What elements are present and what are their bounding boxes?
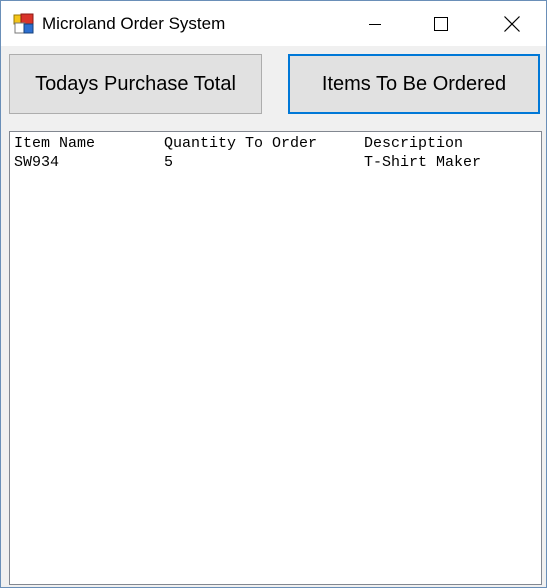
column-header-description: Description (364, 135, 464, 152)
items-to-be-ordered-button[interactable]: Items To Be Ordered (288, 54, 540, 114)
maximize-button[interactable] (418, 1, 464, 46)
column-header-item-name: Item Name (14, 135, 96, 152)
order-listbox[interactable]: Item Name Quantity To Order Description … (9, 131, 542, 585)
item-name-cell: SW934 (14, 154, 60, 171)
minimize-button[interactable] (352, 1, 398, 46)
column-header-quantity: Quantity To Order (164, 135, 318, 152)
main-window: Microland Order System Todays Purchase T… (0, 0, 547, 588)
close-icon (504, 15, 520, 32)
todays-purchase-total-button[interactable]: Todays Purchase Total (9, 54, 262, 114)
todays-purchase-total-label: Todays Purchase Total (35, 72, 236, 95)
description-cell: T-Shirt Maker (364, 154, 482, 171)
close-button[interactable] (489, 1, 535, 46)
list-item[interactable]: SW934 5 T-Shirt Maker (10, 153, 541, 172)
title-bar[interactable]: Microland Order System (1, 1, 546, 46)
app-icon[interactable] (13, 13, 35, 35)
window-title: Microland Order System (42, 14, 226, 33)
items-to-be-ordered-label: Items To Be Ordered (321, 72, 507, 95)
maximize-icon (434, 16, 448, 31)
list-header-row[interactable]: Item Name Quantity To Order Description (10, 134, 541, 153)
quantity-cell: 5 (164, 154, 174, 171)
minimize-icon (369, 23, 381, 25)
